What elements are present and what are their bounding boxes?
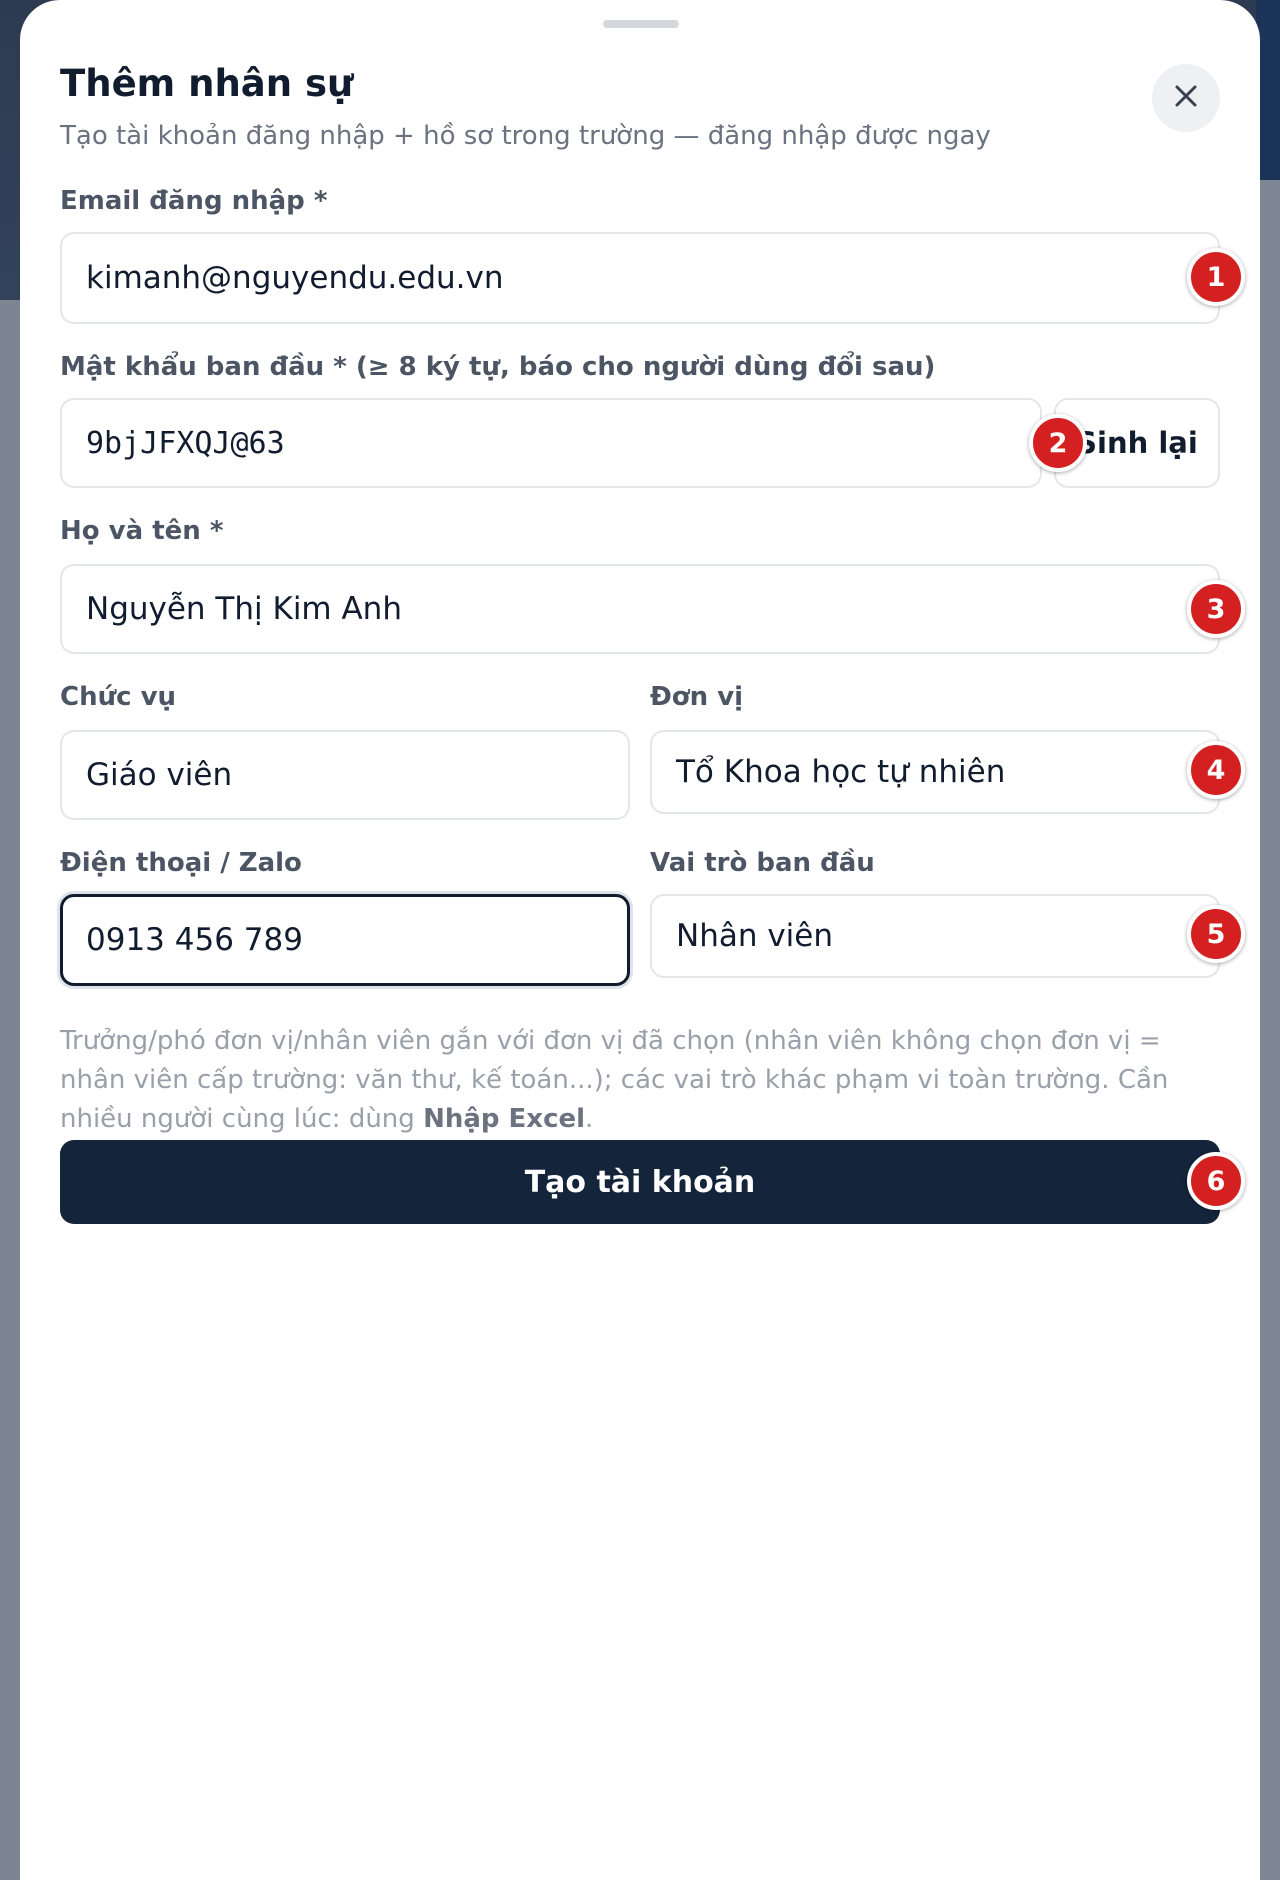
phone-field[interactable]: 0913 456 789: [60, 894, 630, 986]
phone-label: Điện thoại / Zalo: [60, 848, 302, 878]
full-name-value: Nguyễn Thị Kim Anh: [86, 591, 402, 627]
initial-role-label: Vai trò ban đầu: [650, 848, 875, 878]
annotation-badge-4: 4: [1187, 741, 1245, 799]
unit-select[interactable]: Tổ Khoa học tự nhiên: [650, 730, 1220, 814]
import-excel-link[interactable]: Nhập Excel: [423, 1104, 585, 1134]
full-name-label: Họ và tên *: [60, 516, 224, 546]
close-button[interactable]: [1152, 64, 1220, 132]
add-staff-dialog: Thêm nhân sự Tạo tài khoản đăng nhập + h…: [20, 0, 1260, 1880]
create-account-button[interactable]: Tạo tài khoản: [60, 1140, 1220, 1224]
initial-role-value: Nhân viên: [676, 918, 834, 954]
scope-hint: Trưởng/phó đơn vị/nhân viên gắn với đơn …: [60, 1022, 1200, 1139]
unit-value: Tổ Khoa học tự nhiên: [676, 754, 1006, 790]
email-field[interactable]: kimanh@nguyendu.edu.vn: [60, 232, 1220, 324]
password-value: 9bjJFXQJ@63: [86, 425, 285, 461]
dialog-title: Thêm nhân sự: [60, 62, 354, 105]
email-value: kimanh@nguyendu.edu.vn: [86, 260, 504, 296]
initial-role-select[interactable]: Nhân viên: [650, 894, 1220, 978]
phone-value: 0913 456 789: [86, 922, 303, 958]
position-value: Giáo viên: [86, 757, 233, 793]
email-label: Email đăng nhập *: [60, 186, 328, 216]
position-field[interactable]: Giáo viên: [60, 730, 630, 820]
annotation-badge-2: 2: [1029, 414, 1087, 472]
position-label: Chức vụ: [60, 682, 177, 712]
close-icon: [1173, 83, 1199, 113]
annotation-badge-1: 1: [1187, 248, 1245, 306]
unit-label: Đơn vị: [650, 682, 744, 712]
password-field[interactable]: 9bjJFXQJ@63: [60, 398, 1042, 488]
annotation-badge-3: 3: [1187, 580, 1245, 638]
sheet-grabber[interactable]: [603, 20, 679, 28]
dialog-subtitle: Tạo tài khoản đăng nhập + hồ sơ trong tr…: [60, 121, 991, 151]
password-label: Mật khẩu ban đầu * (≥ 8 ký tự, báo cho n…: [60, 352, 936, 382]
scope-hint-text: Trưởng/phó đơn vị/nhân viên gắn với đơn …: [60, 1026, 1169, 1134]
annotation-badge-6: 6: [1187, 1152, 1245, 1210]
annotation-badge-5: 5: [1187, 905, 1245, 963]
full-name-field[interactable]: Nguyễn Thị Kim Anh: [60, 564, 1220, 654]
scope-hint-end: .: [585, 1104, 594, 1134]
